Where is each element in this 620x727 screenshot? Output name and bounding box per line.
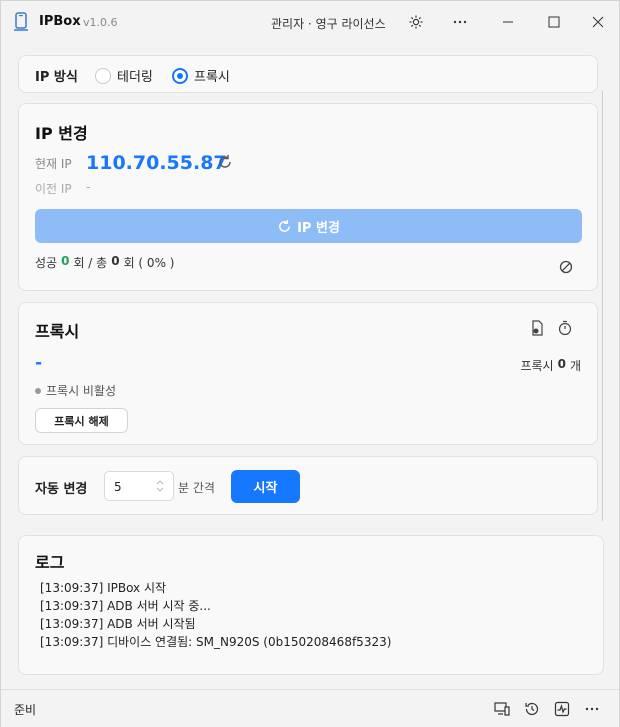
radio-circle-selected <box>172 67 188 84</box>
proxy-count: 프록시 0 개 <box>520 357 581 374</box>
monitor-phone-icon <box>494 702 510 716</box>
proxy-count-value: 0 <box>557 357 566 371</box>
radio-circle <box>95 67 111 84</box>
more-menu-button[interactable] <box>447 9 473 35</box>
ellipsis-icon <box>585 707 599 711</box>
app-title: IPBox <box>39 14 81 29</box>
activity-icon <box>554 701 570 717</box>
license-label: 관리자 · 영구 라이선스 <box>271 17 386 31</box>
ellipsis-icon <box>453 20 467 24</box>
title-bar: IPBox v1.0.6 관리자 · 영구 라이선스 <box>1 1 619 43</box>
log-line: [13:09:37] ADB 서버 시작됨 <box>40 617 196 631</box>
proxy-status-text: 프록시 비활성 <box>46 384 117 398</box>
close-button[interactable] <box>585 9 611 35</box>
maximize-icon <box>548 16 560 28</box>
proxy-release-label: 프록시 해제 <box>54 414 109 428</box>
status-more-button[interactable] <box>583 700 601 718</box>
proxy-status: 프록시 비활성 <box>35 382 116 399</box>
device-button[interactable] <box>493 700 511 718</box>
proxy-count-unit: 개 <box>569 359 581 373</box>
ip-mode-label: IP 방식 <box>35 70 78 85</box>
total-count: 0 <box>111 254 120 268</box>
stats-mid: 회 / 총 <box>73 256 108 270</box>
log-list: [13:09:37] IPBox 시작 [13:09:37] ADB 서버 시작… <box>40 579 391 651</box>
proxy-file-button[interactable] <box>529 320 547 338</box>
ip-change-button[interactable]: IP 변경 <box>35 209 582 243</box>
stats-prefix: 성공 <box>35 256 58 270</box>
radio-label: 프록시 <box>194 70 230 85</box>
maximize-button[interactable] <box>541 9 567 35</box>
reset-stats-button[interactable] <box>559 260 575 276</box>
current-ip-value: 110.70.55.87 <box>86 152 227 174</box>
history-button[interactable] <box>523 700 541 718</box>
app-version: v1.0.6 <box>83 16 118 29</box>
auto-start-label: 시작 <box>253 481 278 496</box>
ip-mode-card: IP 방식 테더링 프록시 <box>18 55 598 93</box>
success-count: 0 <box>61 254 70 268</box>
theme-toggle-button[interactable] <box>403 9 429 35</box>
status-dot <box>35 387 41 394</box>
proxy-title: 프록시 <box>35 322 80 341</box>
stats-suffix: 회 ( 0% ) <box>123 256 175 270</box>
ip-change-card: IP 변경 현재 IP 110.70.55.87 이전 IP - IP 변경 성… <box>18 103 598 291</box>
proxy-value: - <box>35 353 43 373</box>
timer-icon <box>558 320 572 336</box>
minimize-icon <box>503 21 513 23</box>
auto-start-button[interactable]: 시작 <box>231 470 300 503</box>
current-ip-label: 현재 IP <box>35 157 72 171</box>
radio-label: 테더링 <box>117 70 153 85</box>
log-card: 로그 [13:09:37] IPBox 시작 [13:09:37] ADB 서버… <box>18 535 604 675</box>
auto-change-card: 자동 변경 5 분 간격 시작 <box>18 456 598 515</box>
status-bar: 준비 <box>1 689 619 727</box>
interval-value: 5 <box>114 480 122 494</box>
sun-icon <box>409 15 423 29</box>
history-icon <box>525 702 539 716</box>
file-icon <box>532 320 543 336</box>
log-line: [13:09:37] ADB 서버 시작 중... <box>40 599 211 613</box>
app-window: IPBox v1.0.6 관리자 · 영구 라이선스 IP 방식 테더링 프록시… <box>0 0 620 727</box>
refresh-ip-button[interactable] <box>217 154 235 172</box>
previous-ip-value: - <box>86 180 91 194</box>
ip-change-title: IP 변경 <box>35 124 88 143</box>
activity-button[interactable] <box>553 700 571 718</box>
log-title: 로그 <box>35 553 65 572</box>
close-icon <box>592 16 604 28</box>
proxy-timer-button[interactable] <box>557 320 575 338</box>
log-line: [13:09:37] 디바이스 연결됨: SM_N920S (0b1502084… <box>40 635 392 649</box>
ip-change-button-label: IP 변경 <box>297 220 340 236</box>
scrollbar-track[interactable] <box>602 91 603 521</box>
phone-app-icon <box>14 12 28 31</box>
status-text: 준비 <box>14 703 37 717</box>
auto-change-label: 자동 변경 <box>35 482 88 497</box>
interval-unit: 분 간격 <box>178 481 215 495</box>
previous-ip-label: 이전 IP <box>35 182 72 196</box>
radio-tethering[interactable]: 테더링 <box>95 66 153 85</box>
ip-change-stats: 성공 0 회 / 총 0 회 ( 0% ) <box>35 254 174 271</box>
minimize-button[interactable] <box>495 9 521 35</box>
refresh-icon <box>219 155 231 168</box>
radio-proxy[interactable]: 프록시 <box>172 66 230 85</box>
proxy-card: 프록시 - 프록시 0 개 프록시 비활성 프록시 해제 <box>18 302 598 445</box>
refresh-icon <box>279 219 291 232</box>
proxy-release-button[interactable]: 프록시 해제 <box>35 408 128 433</box>
stepper-icon <box>156 480 164 492</box>
log-line: [13:09:37] IPBox 시작 <box>40 581 167 595</box>
interval-input[interactable]: 5 <box>104 471 174 501</box>
block-icon <box>559 260 573 274</box>
proxy-count-label: 프록시 <box>520 359 554 373</box>
